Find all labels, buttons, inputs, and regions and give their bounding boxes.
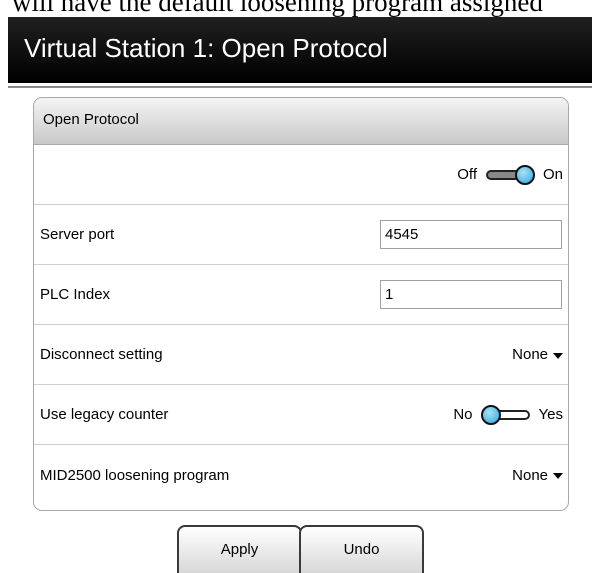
open-protocol-panel: Open Protocol Off On Server port PLC Ind…: [33, 97, 569, 511]
legacy-counter-label: Use legacy counter: [40, 406, 169, 423]
chevron-down-icon: [553, 473, 563, 479]
disconnect-setting-value: None: [512, 346, 548, 363]
page-title: Virtual Station 1: Open Protocol: [8, 17, 592, 83]
server-port-input[interactable]: [380, 220, 562, 249]
panel-title: Open Protocol: [34, 98, 568, 145]
switch-knob: [514, 164, 535, 185]
enable-switch[interactable]: [483, 164, 537, 185]
plc-index-input[interactable]: [380, 280, 562, 309]
enable-row: Off On: [34, 145, 568, 205]
switch-knob: [480, 404, 501, 425]
enable-toggle[interactable]: Off On: [457, 164, 563, 185]
mid2500-row: MID2500 loosening program None: [34, 445, 568, 505]
apply-button[interactable]: Apply: [177, 525, 302, 573]
legacy-counter-toggle[interactable]: No Yes: [453, 404, 563, 425]
legacy-counter-switch[interactable]: [479, 404, 533, 425]
plc-index-row: PLC Index: [34, 265, 568, 325]
legacy-no-label: No: [453, 406, 473, 423]
disconnect-setting-row: Disconnect setting None: [34, 325, 568, 385]
legacy-yes-label: Yes: [538, 406, 563, 423]
plc-index-label: PLC Index: [40, 286, 111, 303]
chevron-down-icon: [553, 352, 563, 359]
undo-button[interactable]: Undo: [299, 525, 424, 573]
document-text-snippet: will have the default loosening program …: [12, 0, 543, 17]
legacy-counter-row: Use legacy counter No Yes: [34, 385, 568, 445]
disconnect-setting-label: Disconnect setting: [40, 346, 163, 363]
server-port-row: Server port: [34, 205, 568, 265]
toggle-on-label: On: [542, 166, 563, 183]
mid2500-label: MID2500 loosening program: [40, 466, 230, 484]
title-divider: [8, 86, 592, 88]
disconnect-setting-dropdown[interactable]: None: [512, 346, 563, 363]
toggle-off-label: Off: [457, 166, 477, 183]
mid2500-value: None: [512, 466, 548, 484]
mid2500-dropdown[interactable]: None: [512, 467, 563, 484]
server-port-label: Server port: [40, 226, 115, 243]
